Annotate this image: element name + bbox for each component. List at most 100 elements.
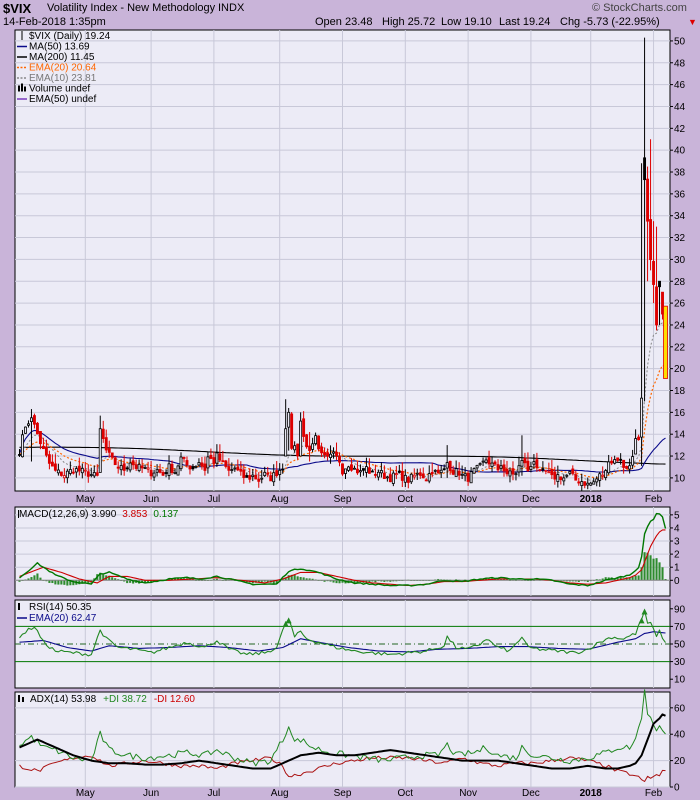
candle-body [110, 452, 114, 458]
macd-histogram-bar [643, 552, 646, 581]
candle-body [574, 474, 578, 481]
macd-y-tick: 0 [674, 576, 680, 587]
candle-body [134, 464, 138, 469]
candle-body [86, 471, 90, 477]
x-tick-label: Sep [334, 788, 352, 799]
price-y-tick: 18 [674, 386, 686, 397]
adx-legend-label: ADX(14) 53.98 [30, 694, 97, 705]
candle-body [281, 468, 285, 471]
candle-body [595, 478, 599, 483]
candle-body [373, 474, 377, 476]
candle-body [439, 469, 443, 473]
candle-body [634, 438, 638, 455]
candle-body [194, 466, 198, 468]
x-tick-label: Aug [271, 494, 289, 505]
candle-body [478, 463, 482, 466]
price-y-tick: 10 [674, 473, 686, 484]
macd-histogram-bar [655, 558, 658, 581]
rsi-y-tick: 50 [674, 640, 686, 651]
candle-body [628, 465, 632, 470]
candle-body [442, 468, 446, 471]
candle-body [646, 178, 650, 222]
rsi-y-tick: 70 [674, 622, 686, 633]
x-tick-label: May [76, 788, 95, 799]
candle-body [131, 460, 135, 466]
price-y-tick: 20 [674, 364, 686, 375]
legend-swatch [18, 85, 20, 92]
x-tick-label: Jun [143, 494, 159, 505]
candle-body [400, 470, 404, 481]
candle-body [248, 475, 252, 480]
price-y-tick: 16 [674, 408, 686, 419]
candle-body [556, 474, 560, 482]
candle-body [344, 468, 347, 474]
legend-swatch [21, 83, 23, 92]
candle-body [200, 462, 204, 467]
candle-body [143, 466, 147, 469]
candle-body [263, 471, 267, 476]
candle-body [553, 471, 557, 480]
candle-body [206, 456, 210, 469]
legend-label: EMA(10) 23.81 [29, 73, 97, 84]
candle-body [224, 460, 228, 467]
candle-body [260, 477, 264, 480]
candle-body [607, 461, 611, 474]
price-y-tick: 42 [674, 124, 686, 135]
candle-body [203, 463, 207, 471]
adx-legend-label: +DI 38.72 [103, 694, 147, 705]
x-tick-label: Feb [645, 788, 663, 799]
candle-body [436, 469, 440, 474]
candle-body [364, 466, 368, 473]
adx-legend-swatch [22, 697, 24, 702]
candle-body [95, 472, 99, 476]
candle-body [601, 474, 605, 477]
macd-histogram-bar [66, 580, 69, 586]
candle-body [77, 465, 81, 472]
candle-body [610, 460, 614, 464]
macd-legend-swatch [18, 510, 19, 518]
candle-body [496, 464, 500, 471]
candle-body [463, 473, 467, 477]
candle-body [637, 436, 641, 441]
candle-body [197, 462, 201, 466]
candle-body [550, 468, 554, 476]
macd-histogram-bar [57, 580, 60, 585]
candle-body [643, 157, 647, 181]
candle-body [53, 463, 57, 471]
price-y-tick: 30 [674, 255, 686, 266]
candle-body [155, 469, 159, 473]
candle-body [296, 443, 300, 457]
candle-body [523, 458, 527, 464]
candle-body [481, 460, 485, 463]
candle-body [598, 473, 602, 481]
candle-body [59, 471, 63, 476]
candle-body [658, 280, 661, 288]
candle-body [358, 470, 362, 473]
candle-body [631, 456, 635, 466]
candle-body [532, 461, 536, 465]
candle-body [493, 461, 497, 465]
candle-body [397, 470, 401, 473]
macd-y-tick: 1 [674, 563, 680, 574]
candle-body [245, 475, 249, 478]
x-tick-label: 2018 [580, 788, 603, 799]
candle-body [236, 466, 240, 471]
candle-body [65, 470, 69, 479]
candle-body [30, 417, 33, 422]
candle-body [430, 472, 434, 475]
macd-histogram-bar [649, 555, 652, 581]
candle-body [221, 460, 225, 463]
macd-histogram-bar [54, 580, 57, 585]
candle-body [305, 434, 309, 448]
candle-body [619, 458, 623, 461]
candle-body [311, 443, 315, 450]
candle-body [388, 474, 392, 483]
price-y-tick: 34 [674, 211, 686, 222]
candle-body [460, 473, 464, 476]
candle-body [469, 471, 473, 484]
candle-body [254, 474, 258, 480]
candle-body [56, 469, 60, 474]
adx-y-tick: 40 [674, 730, 686, 741]
candle-body [347, 466, 350, 471]
macd-y-tick: 5 [674, 510, 680, 521]
